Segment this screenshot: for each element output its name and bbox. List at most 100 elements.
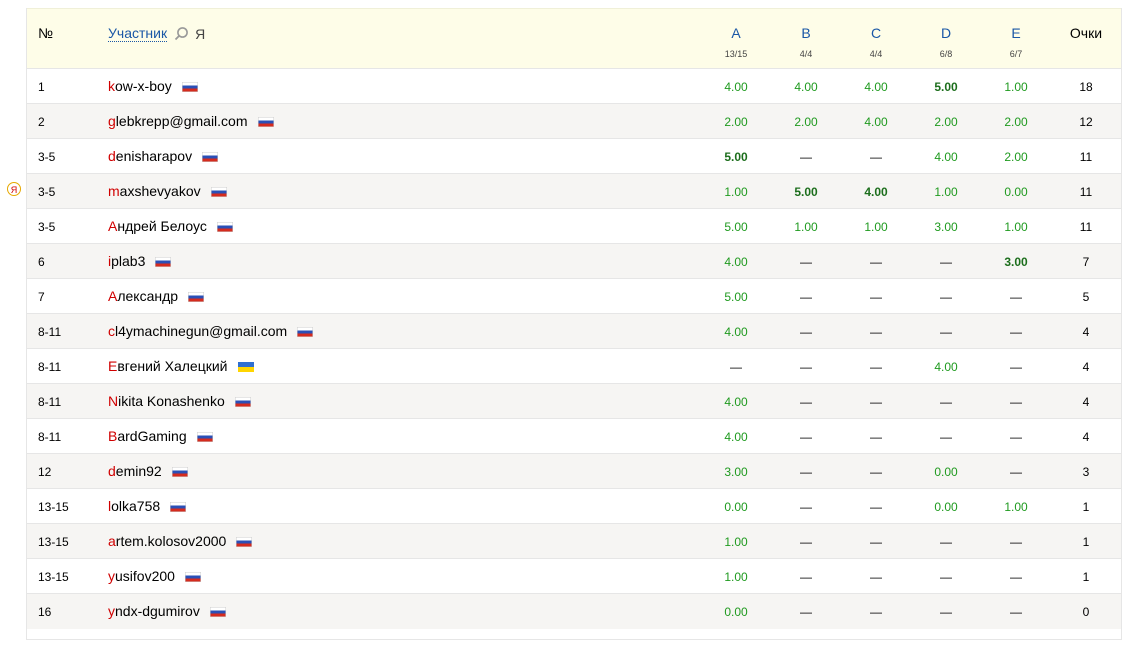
rank-cell: 3-5 [38, 185, 56, 199]
participant-name-initial: y [108, 568, 115, 584]
participant-name[interactable]: k ow-x-boy [108, 78, 198, 94]
problem-letter[interactable]: E [986, 25, 1046, 41]
participant-sort-link[interactable]: Участник [108, 25, 168, 42]
participant-name[interactable]: y ndx-dgumirov [108, 603, 226, 619]
total-score-cell: 1 [1082, 570, 1090, 584]
participant-name-rest: ardGaming [117, 428, 187, 444]
problem-header-a[interactable]: A 13/15 [706, 25, 766, 59]
problem-score-cell: — [870, 290, 882, 304]
participant-name-rest: ндрей Белоус [117, 218, 207, 234]
problem-letter[interactable]: B [776, 25, 836, 41]
participant-name-initial: m [108, 183, 120, 199]
problem-score-cell: 2.00 [794, 115, 818, 129]
table-row: 13-15 l olka758 0.00 — — 0.00 1.00 1 [27, 488, 1121, 524]
problem-score-cell: — [1010, 465, 1022, 479]
participant-name-initial: k [108, 78, 115, 94]
problem-score-cell: — [940, 535, 952, 549]
problem-score-cell: 1.00 [1004, 80, 1028, 94]
problem-score-cell: 3.00 [724, 465, 748, 479]
russia-flag-icon [297, 327, 314, 337]
search-icon[interactable] [174, 26, 189, 41]
total-score-cell: 4 [1082, 325, 1090, 339]
total-score-cell: 11 [1079, 185, 1093, 199]
russia-flag-icon [196, 432, 213, 442]
problem-score-cell: 1.00 [1004, 500, 1028, 514]
russia-flag-icon [202, 152, 219, 162]
problem-header-d[interactable]: D 6/8 [916, 25, 976, 59]
participant-name[interactable]: c l4ymachinegun@gmail.com [108, 323, 314, 339]
problem-score-cell: 2.00 [1004, 150, 1028, 164]
problem-score-cell: 1.00 [864, 220, 888, 234]
problem-score-cell: — [870, 605, 882, 619]
problem-score-cell: 1.00 [794, 220, 818, 234]
problem-header-b[interactable]: B 4/4 [776, 25, 836, 59]
participant-name-rest: ikita Konashenko [118, 393, 225, 409]
participant-name[interactable]: g lebkrepp@gmail.com [108, 113, 274, 129]
problem-score-cell: 0.00 [724, 605, 748, 619]
problem-score-cell: 1.00 [934, 185, 958, 199]
participant-name[interactable]: m axshevyakov [108, 183, 227, 199]
participant-name[interactable]: Nikita Konashenko [108, 393, 251, 409]
participant-name-rest: emin92 [115, 463, 162, 479]
participant-name[interactable]: l olka758 [108, 498, 187, 514]
participant-name[interactable]: Евгений Халецкий [108, 358, 254, 374]
problem-score-cell: — [870, 360, 882, 374]
participant-name[interactable]: Александр [108, 288, 205, 304]
problem-score-cell: — [1010, 290, 1022, 304]
participant-name[interactable]: Андрей Белоус [108, 218, 233, 234]
participant-name-initial: g [108, 113, 116, 129]
total-score-cell: 18 [1079, 80, 1093, 94]
problem-stat: 13/15 [724, 49, 748, 59]
participant-name[interactable]: a rtem.kolosov2000 [108, 533, 253, 549]
participant-name-initial: d [108, 148, 116, 164]
participant-name[interactable]: d enisharapov [108, 148, 219, 164]
problem-letter[interactable]: C [846, 25, 906, 41]
problem-score-cell: — [940, 325, 952, 339]
total-score-cell: 3 [1082, 465, 1090, 479]
problem-letter[interactable]: D [916, 25, 976, 41]
participant-name-rest: l4ymachinegun@gmail.com [115, 323, 288, 339]
participant-name[interactable]: BardGaming [108, 428, 213, 444]
rank-cell: 13-15 [38, 535, 69, 549]
participant-name[interactable]: d emin92 [108, 463, 188, 479]
problem-score-cell: 5.00 [724, 290, 748, 304]
standings-table: № Участник Я A 13/15 B 4/4 C 4/4 D 6/8 E 6/7 Очки… [26, 8, 1122, 640]
problem-score-cell: 4.00 [934, 360, 958, 374]
problem-score-cell: 4.00 [724, 255, 748, 269]
table-row: 6 i plab3 4.00 — — — 3.00 7 [27, 243, 1121, 279]
russia-flag-icon [170, 502, 187, 512]
total-score-cell: 4 [1082, 430, 1090, 444]
participant-name-rest: usifov200 [115, 568, 175, 584]
rank-cell: 1 [38, 80, 45, 94]
problem-score-cell: — [940, 570, 952, 584]
participant-name[interactable]: i plab3 [108, 253, 172, 269]
problem-score-cell: — [1010, 360, 1022, 374]
problem-letter[interactable]: A [706, 25, 766, 41]
problem-score-cell: — [800, 150, 812, 164]
problem-score-cell: 4.00 [724, 430, 748, 444]
table-row: 8-11 c l4ymachinegun@gmail.com 4.00 — — — — 4 [27, 313, 1121, 349]
problem-score-cell: — [940, 430, 952, 444]
problem-score-cell: 5.00 [934, 80, 958, 94]
problem-header-c[interactable]: C 4/4 [846, 25, 906, 59]
problem-header-e[interactable]: E 6/7 [986, 25, 1046, 59]
problem-score-cell: — [940, 395, 952, 409]
participant-name[interactable]: y usifov200 [108, 568, 201, 584]
total-score-cell: 11 [1079, 150, 1093, 164]
problem-score-cell: 4.00 [864, 80, 888, 94]
rank-cell: 8-11 [38, 325, 62, 339]
find-me-button[interactable]: Я [195, 26, 205, 42]
participant-name-rest: axshevyakov [119, 183, 201, 199]
total-score-cell: 0 [1082, 605, 1090, 619]
rank-cell: 12 [38, 465, 52, 479]
table-row: 12 d emin92 3.00 — — 0.00 — 3 [27, 453, 1121, 489]
problem-score-cell: — [870, 395, 882, 409]
problem-score-cell: — [870, 255, 882, 269]
rank-cell: 8-11 [38, 360, 62, 374]
russia-flag-icon [236, 537, 253, 547]
total-score-cell: 1 [1082, 500, 1090, 514]
problem-score-cell: 4.00 [864, 115, 888, 129]
russia-flag-icon [209, 607, 226, 617]
table-row: 1 k ow-x-boy 4.00 4.00 4.00 5.00 1.00 18 [27, 68, 1121, 104]
problem-score-cell: 4.00 [724, 80, 748, 94]
